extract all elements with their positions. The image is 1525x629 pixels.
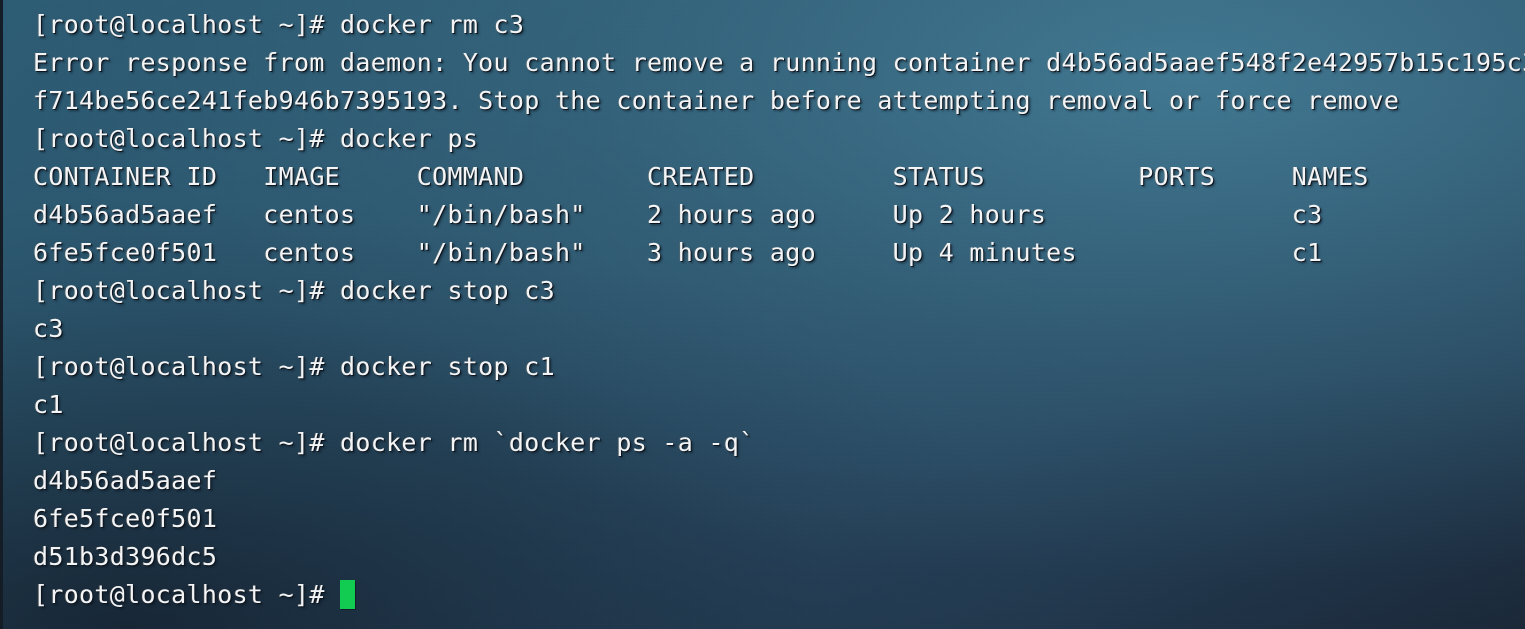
terminal-line-output-c3: c3 xyxy=(33,314,64,343)
terminal-window[interactable]: [root@localhost ~]# docker rm c3 Error r… xyxy=(0,0,1525,629)
prompt-spacer xyxy=(325,580,340,609)
terminal-line-removed-id-2: 6fe5fce0f501 xyxy=(33,504,218,533)
terminal-line-command-docker-rm-all: [root@localhost ~]# docker rm `docker ps… xyxy=(33,428,755,457)
terminal-line-command-docker-rm-c3: [root@localhost ~]# docker rm c3 xyxy=(33,10,525,39)
terminal-line-ps-table-row-c3: d4b56ad5aaef centos "/bin/bash" 2 hours … xyxy=(33,200,1323,229)
terminal-line-output-c1: c1 xyxy=(33,390,64,419)
terminal-line-error-response-part2: f714be56ce241feb946b7395193. Stop the co… xyxy=(33,86,1400,115)
terminal-line-removed-id-3: d51b3d396dc5 xyxy=(33,542,218,571)
text-cursor xyxy=(340,580,356,609)
terminal-line-removed-id-1: d4b56ad5aaef xyxy=(33,466,218,495)
terminal-line-error-response-part1: Error response from daemon: You cannot r… xyxy=(33,48,1525,77)
terminal-line-command-docker-ps: [root@localhost ~]# docker ps xyxy=(33,124,479,153)
prompt-label: [root@localhost ~]# xyxy=(33,580,325,609)
terminal-line-command-docker-stop-c1: [root@localhost ~]# docker stop c1 xyxy=(33,352,555,381)
terminal-line-ps-table-row-c1: 6fe5fce0f501 centos "/bin/bash" 3 hours … xyxy=(33,238,1323,267)
terminal-line-ps-table-header: CONTAINER ID IMAGE COMMAND CREATED STATU… xyxy=(33,162,1369,191)
terminal-line-command-docker-stop-c3: [root@localhost ~]# docker stop c3 xyxy=(33,276,555,305)
terminal-output-area[interactable]: [root@localhost ~]# docker rm c3 Error r… xyxy=(33,6,1525,614)
terminal-active-prompt-line[interactable]: [root@localhost ~]# xyxy=(33,576,1525,614)
